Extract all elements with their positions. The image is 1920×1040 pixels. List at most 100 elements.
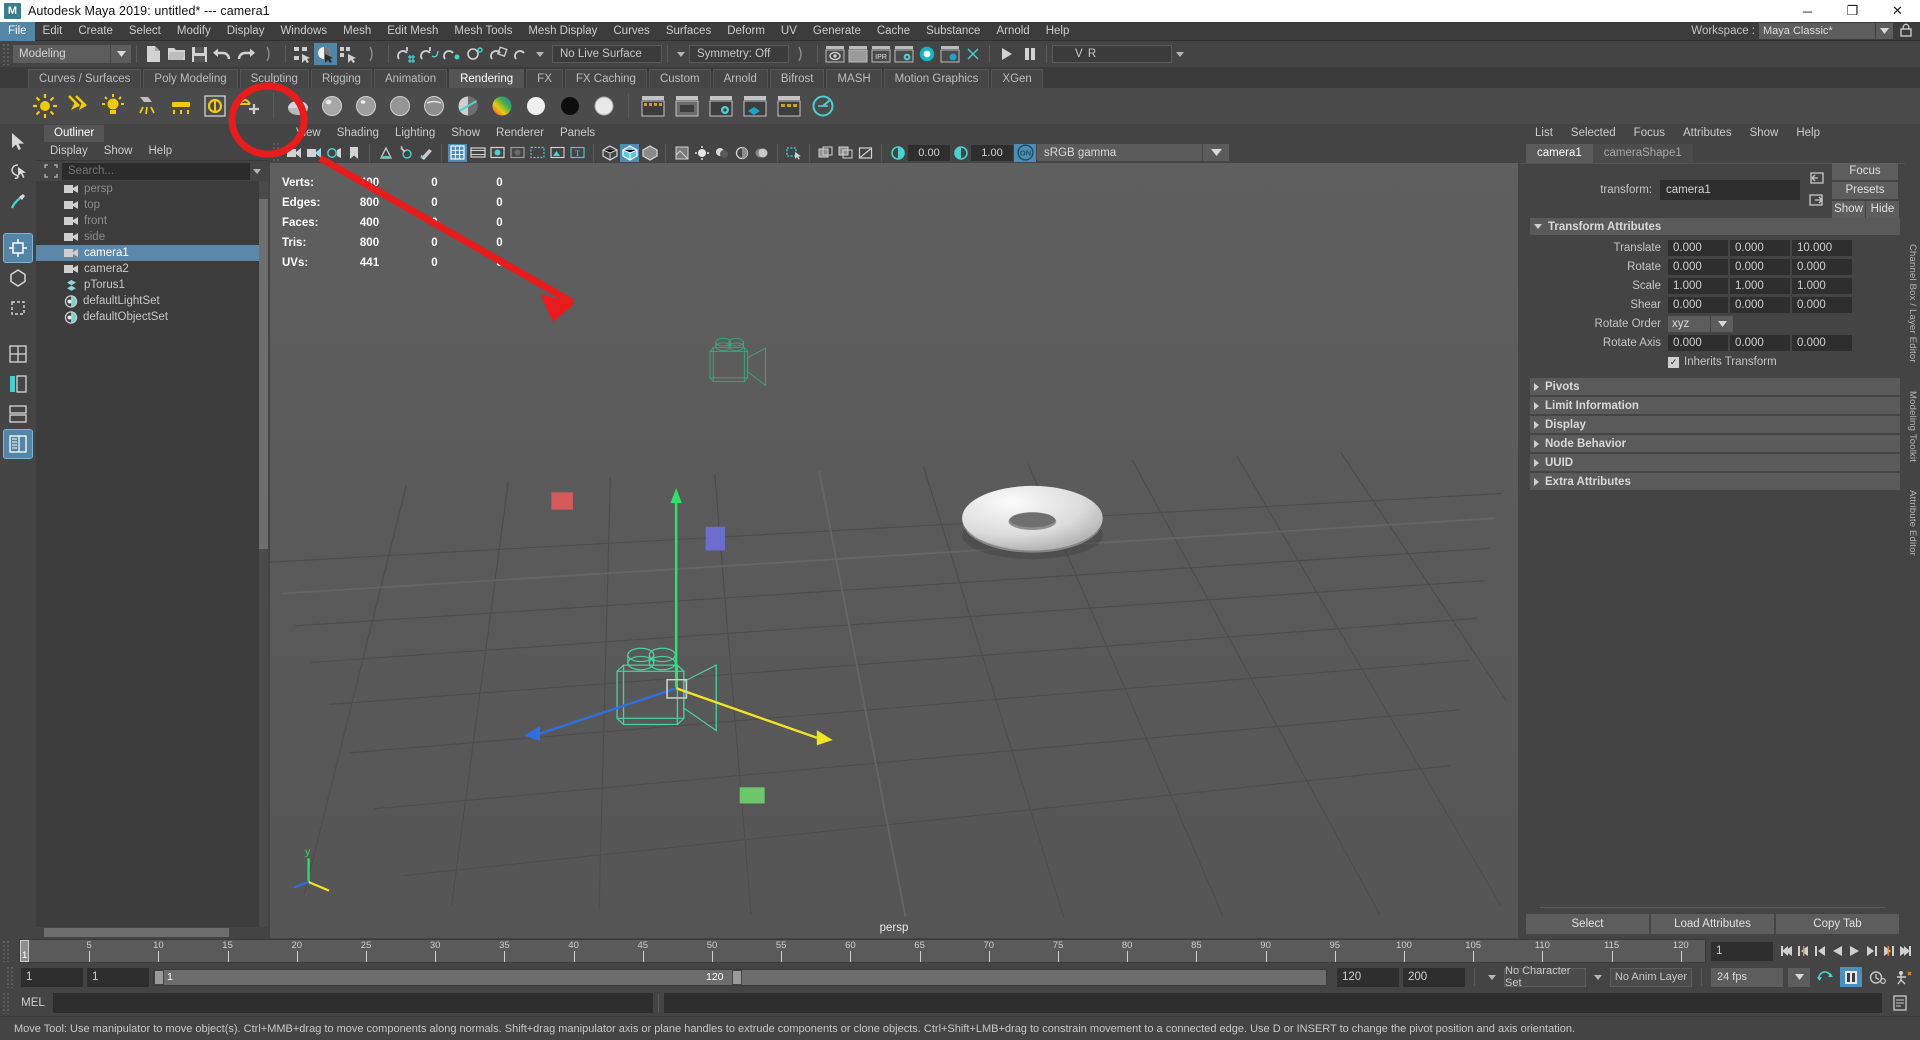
toggle-display-icon[interactable]: [961, 43, 984, 65]
previous-node-icon[interactable]: [1808, 171, 1825, 188]
right-tab-attribute-editor[interactable]: Attribute Editor: [1907, 490, 1918, 556]
animation-start-field[interactable]: 1: [21, 968, 83, 987]
shelf-tab-bifrost[interactable]: Bifrost: [770, 69, 825, 88]
attr-field-scale-x[interactable]: [1668, 278, 1728, 294]
transform-attributes-section-header[interactable]: Transform Attributes: [1530, 218, 1900, 235]
viewport-menu-view[interactable]: View: [288, 124, 329, 143]
shelf-tab-curves-surfaces[interactable]: Curves / Surfaces: [28, 69, 141, 88]
ae-footer-copy-tab[interactable]: Copy Tab: [1776, 914, 1899, 934]
outliner-item-side[interactable]: side: [36, 229, 268, 245]
blinn-material-icon[interactable]: [317, 91, 347, 121]
outliner-menu-display[interactable]: Display: [42, 142, 96, 161]
shelf-tab-rigging[interactable]: Rigging: [311, 69, 372, 88]
layout-two-pane-icon[interactable]: [4, 370, 32, 398]
toolbar-expand-icon[interactable]: [789, 43, 812, 65]
ae-footer-load-attributes[interactable]: Load Attributes: [1651, 914, 1774, 934]
color-space-select[interactable]: sRGB gamma: [1037, 144, 1202, 161]
pick-walk-icon[interactable]: [40, 163, 62, 180]
film-gate-icon[interactable]: [468, 144, 487, 162]
shelf-tab-fx-caching[interactable]: FX Caching: [565, 69, 647, 88]
select-tool-icon[interactable]: [4, 128, 32, 156]
outliner-item-camera1[interactable]: camera1: [36, 245, 268, 261]
xray-joints-icon[interactable]: [836, 144, 855, 162]
resolution-gate-icon[interactable]: [488, 144, 507, 162]
shading-map-icon[interactable]: [589, 91, 619, 121]
snap-to-view-plane-icon[interactable]: [486, 43, 509, 65]
attr-field-rotate-z[interactable]: [1792, 259, 1852, 275]
auto-keyframe-toggle-icon[interactable]: [1840, 967, 1862, 987]
current-frame-field[interactable]: 1: [1711, 942, 1773, 961]
lambert-material-icon[interactable]: [283, 91, 313, 121]
texture-display-icon[interactable]: [672, 144, 691, 162]
snap-to-curve-icon[interactable]: [417, 43, 440, 65]
layout-persp-outliner-icon[interactable]: [4, 400, 32, 428]
vr-chevron-down-icon[interactable]: [1172, 45, 1188, 63]
paint-select-tool-icon[interactable]: [4, 188, 32, 216]
playback-speed-select[interactable]: 24 fps: [1711, 968, 1783, 987]
playback-speed-chevron-down-icon[interactable]: [1788, 968, 1810, 987]
range-bar[interactable]: 1 120: [153, 969, 1327, 986]
symmetry-chevron-down-icon[interactable]: [673, 45, 689, 63]
snap-to-projected-center-icon[interactable]: [463, 43, 486, 65]
shelf-tab-motion-graphics[interactable]: Motion Graphics: [884, 69, 990, 88]
render-view-window-icon[interactable]: [638, 91, 668, 121]
lock-icon[interactable]: [1900, 23, 1912, 40]
gamma-value[interactable]: 1.00: [971, 145, 1013, 161]
area-light-icon[interactable]: [166, 91, 196, 121]
right-tab-modeling-toolkit[interactable]: Modeling Toolkit: [1907, 391, 1918, 462]
batch-render-icon[interactable]: [672, 91, 702, 121]
attr-field-translate-z[interactable]: [1792, 240, 1852, 256]
menu-windows[interactable]: Windows: [272, 22, 335, 41]
menu-mesh-display[interactable]: Mesh Display: [520, 22, 605, 41]
shelf-tab-mash[interactable]: MASH: [826, 69, 881, 88]
ae-menu-help[interactable]: Help: [1787, 124, 1829, 143]
menu-edit-mesh[interactable]: Edit Mesh: [379, 22, 446, 41]
save-scene-icon[interactable]: [188, 43, 211, 65]
attr-field-shear-x[interactable]: [1668, 297, 1728, 313]
animation-end-field[interactable]: 200: [1403, 968, 1465, 987]
use-background-icon[interactable]: [555, 91, 585, 121]
menu-file[interactable]: File: [0, 22, 35, 41]
move-tool-icon[interactable]: [4, 234, 32, 262]
workspace-select[interactable]: Maya Classic*: [1759, 23, 1875, 39]
rotate-axis-field-x[interactable]: [1668, 335, 1728, 351]
menu-substance[interactable]: Substance: [918, 22, 988, 41]
viewport-menu-panels[interactable]: Panels: [552, 124, 603, 143]
script-editor-icon[interactable]: [1888, 993, 1912, 1013]
minimize-button[interactable]: ─: [1785, 0, 1830, 22]
next-node-icon[interactable]: [1808, 193, 1825, 210]
safe-action-icon[interactable]: [548, 144, 567, 162]
attr-field-scale-z[interactable]: [1792, 278, 1852, 294]
menu-cache[interactable]: Cache: [869, 22, 918, 41]
command-line-grip[interactable]: [2, 992, 11, 1014]
shelf-tab-sculpting[interactable]: Sculpting: [240, 69, 309, 88]
rotate-tool-icon[interactable]: [4, 264, 32, 292]
presets-button[interactable]: Presets: [1832, 182, 1898, 199]
symmetry-field[interactable]: Symmetry: Off: [689, 45, 789, 63]
shelf-tab-poly-modeling[interactable]: Poly Modeling: [143, 69, 237, 88]
rotate-axis-field-z[interactable]: [1792, 335, 1852, 351]
range-slider-grip[interactable]: [6, 966, 15, 988]
inherits-transform-checkbox[interactable]: ✓: [1668, 357, 1679, 368]
transform-name-field[interactable]: [1660, 180, 1800, 200]
shelf-tab-rendering[interactable]: Rendering: [449, 69, 524, 88]
select-object-icon[interactable]: [314, 43, 337, 65]
menu-set-chevron-down-icon[interactable]: [111, 45, 131, 63]
render-flags-icon[interactable]: [774, 91, 804, 121]
isolate-select-icon[interactable]: [784, 144, 803, 162]
go-to-start-icon[interactable]: [1778, 941, 1795, 961]
outliner-menu-show[interactable]: Show: [96, 142, 141, 161]
toolbar-grip[interactable]: [2, 43, 11, 65]
menu-uv[interactable]: UV: [773, 22, 805, 41]
menu-help[interactable]: Help: [1038, 22, 1078, 41]
ae-menu-show[interactable]: Show: [1741, 124, 1788, 143]
section-limit-information[interactable]: Limit Information: [1530, 397, 1900, 414]
viewport-menu-shading[interactable]: Shading: [329, 124, 387, 143]
ae-tab-camera1[interactable]: camera1: [1526, 144, 1593, 163]
attr-field-translate-y[interactable]: [1730, 240, 1790, 256]
playback-toggle-icon[interactable]: [995, 43, 1018, 65]
attr-field-rotate-y[interactable]: [1730, 259, 1790, 275]
character-set-chevron-down-icon[interactable]: [1484, 968, 1500, 986]
mel-label[interactable]: MEL: [13, 997, 53, 1009]
step-forward-frame-icon[interactable]: [1863, 941, 1880, 961]
